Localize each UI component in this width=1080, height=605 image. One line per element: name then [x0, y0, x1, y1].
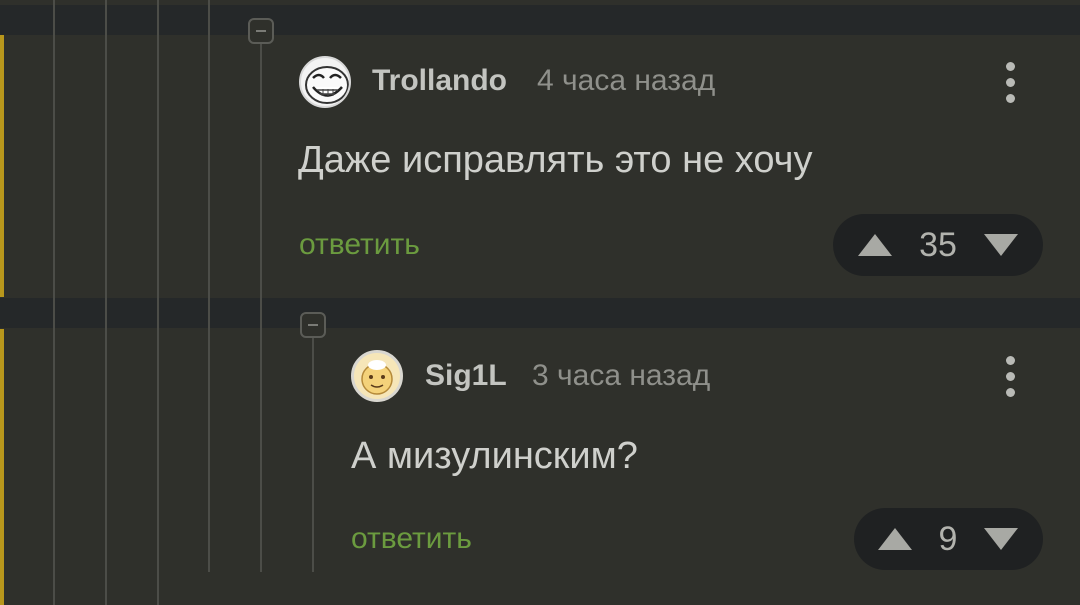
collapse-thread-button[interactable]: [300, 312, 326, 338]
comment-author[interactable]: Trollando: [372, 63, 507, 99]
comment-text: Даже исправлять это не хочу: [298, 139, 813, 181]
thread-line[interactable]: [105, 0, 107, 605]
comment-author[interactable]: Sig1L: [425, 358, 507, 394]
reply-link[interactable]: ответить: [299, 227, 420, 263]
upvote-icon[interactable]: [878, 528, 912, 550]
comment-separator: [0, 298, 1080, 328]
vote-count: 35: [919, 226, 957, 264]
thread-accent-bar: [0, 329, 4, 605]
thread-line[interactable]: [157, 0, 159, 605]
thread-accent-bar: [0, 35, 4, 297]
upvote-icon[interactable]: [858, 234, 892, 256]
trollface-icon: [305, 66, 349, 104]
more-options-icon[interactable]: [1001, 352, 1021, 400]
downvote-icon[interactable]: [984, 528, 1018, 550]
comment-timestamp: 4 часа назад: [537, 64, 716, 97]
downvote-icon[interactable]: [984, 234, 1018, 256]
vote-widget: 35: [833, 214, 1043, 276]
cartoon-face-icon: [361, 360, 393, 395]
more-options-icon[interactable]: [1001, 58, 1021, 106]
cartoon-avatar-icon[interactable]: [351, 350, 403, 402]
vote-count: 9: [938, 520, 958, 558]
thread-line[interactable]: [260, 44, 262, 572]
comments-page: Trollando 4 часа назад Даже исправлять э…: [0, 0, 1080, 605]
vote-widget: 9: [854, 508, 1043, 570]
comment-text: А мизулинским?: [351, 435, 638, 477]
trollface-avatar-icon[interactable]: [299, 56, 351, 108]
thread-line[interactable]: [208, 0, 210, 572]
comment-timestamp: 3 часа назад: [532, 359, 711, 392]
thread-line[interactable]: [312, 338, 314, 572]
thread-line[interactable]: [53, 0, 55, 605]
comment-separator: [0, 5, 1080, 35]
collapse-thread-button[interactable]: [248, 18, 274, 44]
reply-link[interactable]: ответить: [351, 521, 472, 557]
